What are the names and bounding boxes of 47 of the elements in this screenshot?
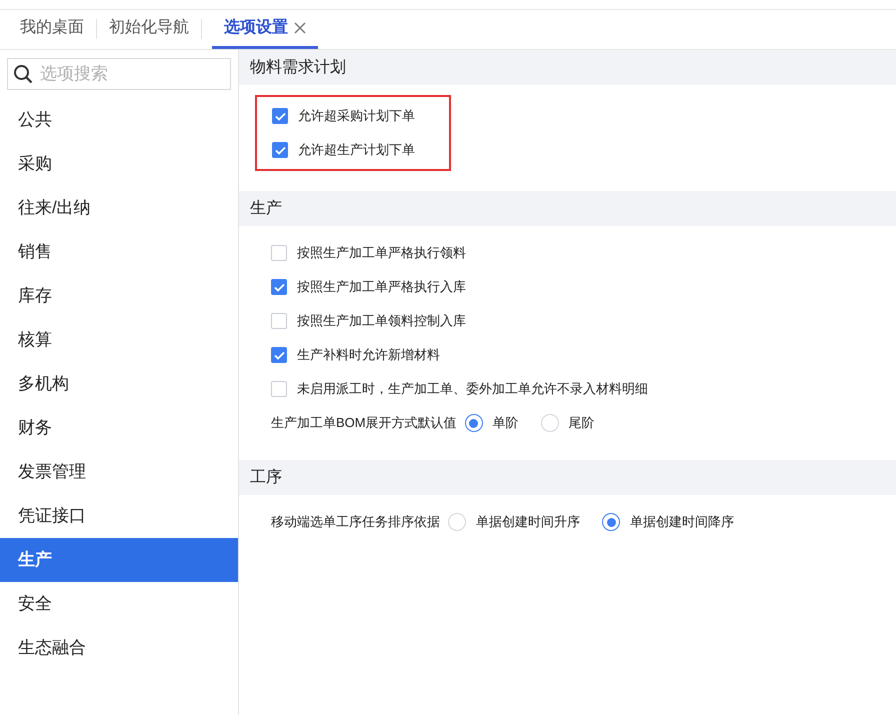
option-label: 允许超采购计划下单 [298,107,415,126]
option-label: 移动端选单工序任务排序依据 [271,513,440,532]
sidebar-item[interactable]: 发票管理 [0,450,238,494]
check-icon [274,146,286,154]
sidebar-item[interactable]: 公共 [0,98,238,142]
section-header: 生产 [239,191,896,226]
radio-button[interactable] [464,414,483,432]
search-field[interactable]: 选项搜索 [7,58,231,90]
sidebar-item[interactable]: 采购 [0,142,238,186]
radio-label: 单据创建时间升序 [476,513,580,532]
option-label: 按照生产加工单领料控制入库 [297,312,466,330]
checkbox[interactable] [271,279,287,295]
checkbox[interactable] [272,142,288,158]
tab[interactable]: 初始化导航 [107,10,191,49]
check-icon [274,282,284,292]
sidebar-item[interactable]: 生产 [0,538,238,582]
sidebar-item[interactable]: 财务 [0,406,238,450]
option-label: 生产加工单BOM展开方式默认值 [271,414,457,432]
close-icon[interactable] [294,22,306,34]
sidebar-item[interactable]: 销售 [0,230,238,274]
sidebar-item[interactable]: 多机构 [0,362,238,406]
option-label: 生产补料时允许新增材料 [297,346,440,364]
search-icon [13,64,33,84]
option-label: 按照生产加工单严格执行入库 [297,278,466,296]
section-header: 工序 [239,460,896,495]
option-label: 按照生产加工单严格执行领料 [297,244,466,262]
checkbox[interactable] [271,313,287,329]
sidebar-item[interactable]: 安全 [0,582,238,626]
radio-label: 单据创建时间降序 [630,513,734,532]
checkbox[interactable] [272,108,288,124]
radio-label: 尾阶 [568,414,595,432]
option-label: 允许超生产计划下单 [298,141,415,160]
radio-button[interactable] [602,513,620,531]
option-label: 未启用派工时，生产加工单、委外加工单允许不录入材料明细 [297,380,648,398]
check-icon [274,112,286,120]
checkbox[interactable] [271,347,287,363]
tab[interactable]: 我的桌面 [18,10,86,49]
sidebar-item[interactable]: 生态融合 [0,626,238,670]
sidebar-item[interactable]: 库存 [0,274,238,318]
radio-label: 单阶 [492,414,519,432]
sidebar-item[interactable]: 凭证接口 [0,494,238,538]
sidebar-item[interactable]: 往来/出纳 [0,186,238,230]
checkbox[interactable] [271,381,287,397]
section-header: 物料需求计划 [239,50,896,85]
checkbox[interactable] [271,245,287,261]
sidebar-item[interactable]: 核算 [0,318,238,362]
check-icon [274,350,284,360]
